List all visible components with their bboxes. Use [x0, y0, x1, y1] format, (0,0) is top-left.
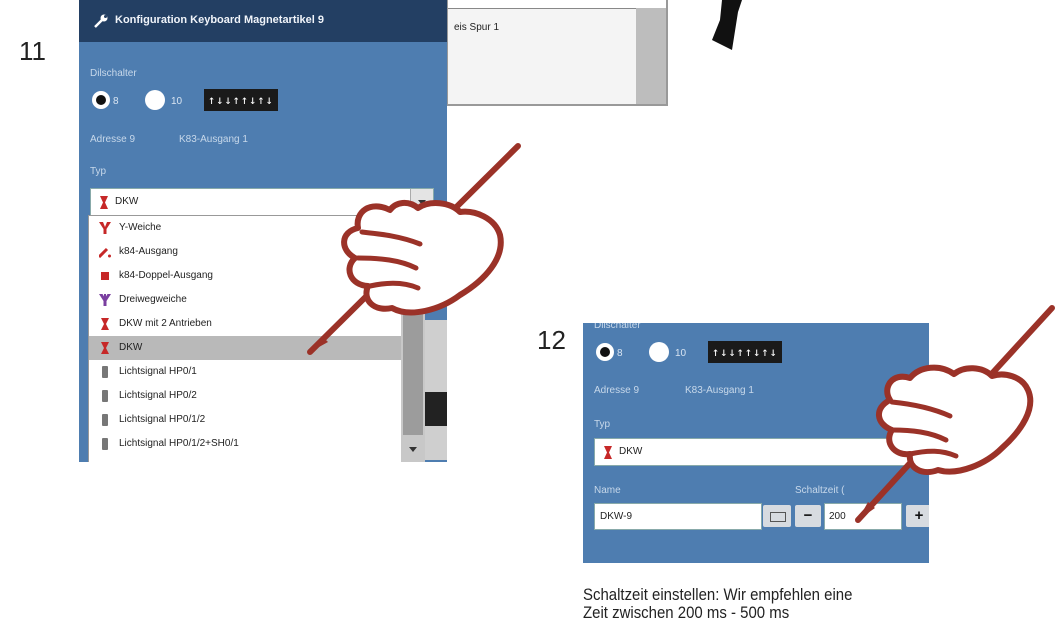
- caption-line-2: Zeit zwischen 200 ms - 500 ms: [583, 603, 790, 622]
- dip-switch-display: ↑↓↓↑↑↓↑↓: [708, 341, 782, 363]
- dip-switch-label: Dilschalter: [90, 68, 137, 79]
- caption-line-1: Schaltzeit einstellen: Wir empfehlen ein…: [583, 585, 853, 604]
- dropdown-item-lichtsignal-hp0-1[interactable]: Lichtsignal HP0/1: [89, 360, 404, 384]
- light-signal-icon: [102, 390, 108, 402]
- decrease-time-button[interactable]: −: [795, 505, 821, 527]
- type-select-value: DKW: [619, 446, 643, 457]
- y-switch-icon: [99, 222, 111, 234]
- address-label: Adresse 9: [90, 134, 136, 145]
- panel-title-bar: Konfiguration Keyboard Magnetartikel 9: [79, 0, 447, 42]
- light-signal-icon: [102, 438, 108, 450]
- dropdown-item-label: Lichtsignal HP0/1/2+SH0/1: [119, 438, 239, 449]
- arrow-icon: [712, 0, 742, 50]
- three-way-switch-icon: [99, 294, 111, 306]
- dropdown-item-lichtsignal-hp0-2[interactable]: Lichtsignal HP0/2: [89, 384, 404, 408]
- type-label: Typ: [90, 166, 107, 177]
- keyboard-button[interactable]: [763, 505, 791, 527]
- radio-10[interactable]: [649, 342, 669, 362]
- radio-10-label: 10: [675, 348, 687, 359]
- switch-time-label: Schaltzeit (: [795, 485, 845, 496]
- dropdown-item-lichtsignal-hp0-1-2[interactable]: Lichtsignal HP0/1/2: [89, 408, 404, 432]
- panel-title: Konfiguration Keyboard Magnetartikel 9: [115, 14, 325, 26]
- dropdown-item-label: Lichtsignal HP0/1: [119, 366, 197, 377]
- background-dialog-bar: [448, 0, 666, 9]
- wrench-icon: [94, 14, 108, 28]
- address-label: Adresse 9: [594, 385, 640, 396]
- k84-double-output-icon: [101, 272, 109, 280]
- step-number-11: 11: [19, 36, 46, 66]
- dkw-icon: [100, 196, 108, 209]
- radio-8[interactable]: [92, 91, 110, 109]
- name-input[interactable]: DKW-9: [594, 503, 762, 530]
- k84-output-icon: [99, 247, 111, 258]
- radio-10-label: 10: [171, 96, 183, 107]
- caption: Schaltzeit einstellen: Wir empfehlen ein…: [583, 586, 953, 622]
- dkw-icon: [101, 318, 109, 330]
- dropdown-item-label: Y-Weiche: [119, 222, 162, 233]
- light-signal-icon: [102, 414, 108, 426]
- name-input-value: DKW-9: [600, 511, 633, 522]
- radio-8-label: 8: [617, 348, 623, 359]
- output-label: K83-Ausgang 1: [179, 134, 248, 145]
- name-label: Name: [594, 485, 621, 496]
- dropdown-item-label: Lichtsignal HP0/1/2: [119, 414, 206, 425]
- dkw-icon: [101, 342, 109, 354]
- radio-10[interactable]: [145, 90, 165, 110]
- dropdown-item-lichtsignal-hp0-1-2-sh0-1[interactable]: Lichtsignal HP0/1/2+SH0/1: [89, 432, 404, 456]
- dip-switch-display: ↑↓↓↑↑↓↑↓: [204, 89, 278, 111]
- light-signal-icon: [102, 366, 108, 378]
- radio-8-label: 8: [113, 96, 119, 107]
- scroll-down-icon[interactable]: [409, 447, 417, 452]
- dropdown-item-label: Dreiwegweiche: [119, 294, 187, 305]
- dkw-icon: [604, 446, 612, 459]
- type-select-value: DKW: [115, 196, 139, 207]
- dropdown-item-label: k84-Doppel-Ausgang: [119, 270, 213, 281]
- radio-8[interactable]: [596, 343, 614, 361]
- background-dialog-scrollbar[interactable]: [636, 8, 666, 104]
- dropdown-item-label: k84-Ausgang: [119, 246, 178, 257]
- step-number-12: 12: [537, 325, 566, 355]
- type-label: Typ: [594, 419, 611, 430]
- dip-switch-label: Dilschalter: [594, 323, 641, 331]
- background-dialog: eis Spur 1: [446, 0, 668, 106]
- background-dialog-text: eis Spur 1: [454, 22, 500, 33]
- dropdown-item-label: DKW mit 2 Antrieben: [119, 318, 212, 329]
- pointing-hand-icon: [855, 305, 1055, 523]
- dropdown-item-label: Lichtsignal HP0/2: [119, 390, 197, 401]
- dropdown-item-label: DKW: [119, 342, 143, 353]
- output-label: K83-Ausgang 1: [685, 385, 754, 396]
- pointing-hand-icon: [307, 143, 521, 355]
